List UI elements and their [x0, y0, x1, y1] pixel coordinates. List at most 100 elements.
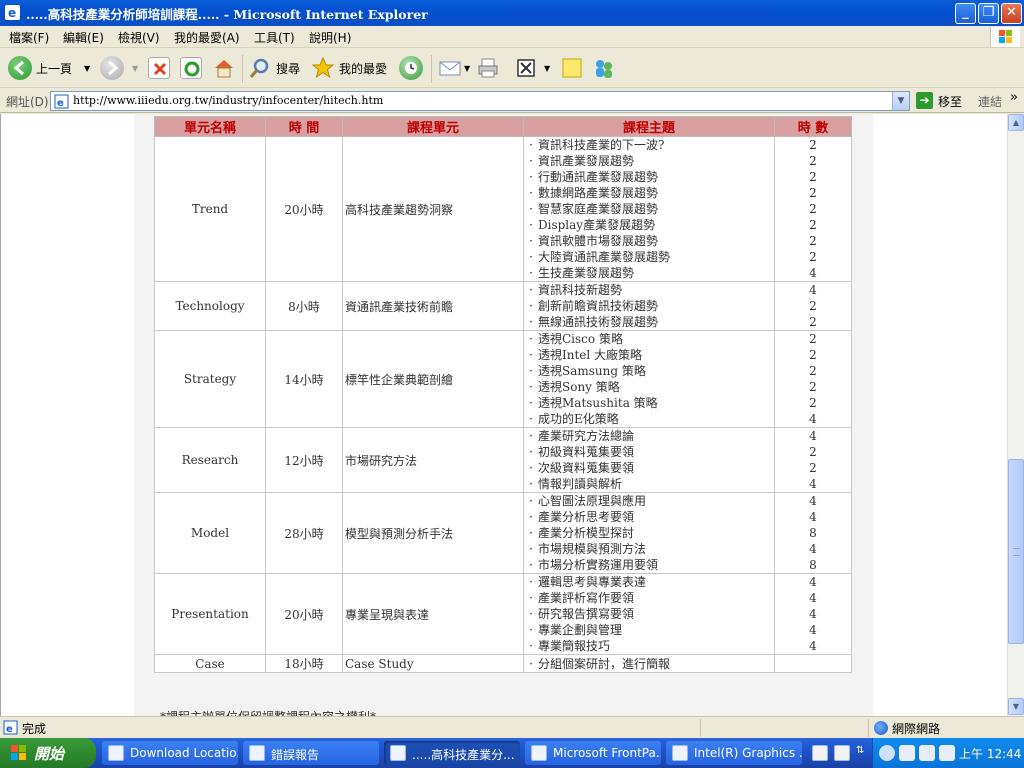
menu-file[interactable]: 檔案(F) — [9, 29, 49, 46]
topic-hours: 2 — [809, 138, 817, 152]
topic-item: 透視Matsushita 策略 — [524, 395, 774, 411]
menu-help[interactable]: 說明(H) — [309, 29, 351, 46]
printer-icon — [476, 56, 500, 80]
course-unit-cell: 專業呈現與表達 — [342, 573, 524, 655]
taskbar-item-ie[interactable]: .....高科技產業分... — [384, 741, 520, 765]
start-button[interactable]: 開始 — [0, 738, 96, 768]
topic-hours-cell: 2 2 2 2 2 4 — [774, 330, 852, 428]
favorites-button[interactable]: 我的最愛 — [311, 55, 387, 81]
scroll-down-button[interactable]: ▼ — [1008, 698, 1024, 715]
mail-dropdown-icon[interactable]: ▼ — [464, 64, 470, 73]
unit-name-cell: Strategy — [154, 330, 266, 428]
status-divider — [868, 719, 869, 737]
topic-hours: 2 — [809, 396, 817, 410]
volume-icon[interactable] — [939, 745, 955, 761]
vertical-scrollbar[interactable]: ▲ ▼ — [1007, 114, 1024, 716]
back-dropdown-icon[interactable]: ▼ — [84, 64, 90, 73]
topic-item: 市場規模與預測方法 — [524, 541, 774, 557]
time-cell: 20小時 — [265, 136, 343, 282]
forward-button[interactable]: ▼ — [100, 55, 138, 81]
refresh-icon — [180, 57, 202, 79]
mail-icon — [438, 56, 462, 80]
edit-dropdown-icon[interactable]: ▼ — [544, 64, 550, 73]
menu-tools[interactable]: 工具(T) — [254, 29, 295, 46]
topic-item: 數據網路產業發展趨勢 — [524, 185, 774, 201]
windows-flag-icon — [11, 745, 26, 760]
network-icon[interactable] — [899, 745, 915, 761]
stop-button[interactable] — [148, 55, 170, 81]
taskbar-item-frontpage[interactable]: Microsoft FrontPa... — [525, 741, 661, 765]
links-label[interactable]: 連結 — [978, 93, 1002, 110]
taskbar-item-label: Intel(R) Graphics ... — [694, 746, 802, 760]
history-button[interactable] — [399, 55, 423, 81]
refresh-button[interactable] — [180, 55, 202, 81]
display-icon[interactable] — [919, 745, 935, 761]
forward-dropdown-icon[interactable]: ▼ — [132, 64, 138, 73]
search-label: 搜尋 — [276, 61, 301, 76]
ie-icon — [390, 745, 406, 761]
print-button[interactable] — [476, 55, 500, 81]
toolbar-separator — [431, 55, 432, 83]
topic-item: 透視Samsung 策略 — [524, 363, 774, 379]
menu-edit[interactable]: 編輯(E) — [63, 29, 104, 46]
minimize-button[interactable]: _ — [955, 3, 976, 24]
home-button[interactable] — [212, 55, 236, 81]
quicklaunch-icon[interactable] — [812, 745, 828, 761]
address-dropdown-icon[interactable]: ▼ — [892, 92, 909, 110]
scroll-up-button[interactable]: ▲ — [1008, 114, 1024, 131]
restore-button[interactable]: ❐ — [978, 3, 999, 24]
taskbar-item-error-report[interactable]: 錯誤報告 — [243, 741, 379, 765]
table-row: Case18小時Case Study分組個案研討，進行簡報 — [154, 654, 852, 673]
close-button[interactable]: ✕ — [1001, 3, 1022, 24]
network-tray-icon[interactable]: ⇅ — [856, 745, 866, 761]
topic-item: 邏輯思考與專業表達 — [524, 574, 774, 590]
topic-hours: 4 — [809, 575, 817, 589]
discuss-button[interactable] — [560, 55, 584, 81]
topic-hours: 4 — [809, 283, 817, 297]
note-icon — [560, 56, 584, 80]
topic-item: 情報判讀與解析 — [524, 476, 774, 492]
error-report-icon — [249, 745, 265, 761]
messenger-button[interactable] — [592, 55, 616, 81]
start-label: 開始 — [34, 745, 65, 763]
menu-favorites[interactable]: 我的最愛(A) — [174, 29, 240, 46]
time-cell: 18小時 — [265, 654, 343, 673]
taskbar-item-download[interactable]: Download Locatio... — [102, 741, 238, 765]
stop-icon — [148, 57, 170, 79]
course-table-body: Trend20小時高科技產業趨勢洞察資訊科技產業的下一波?資訊產業發展趨勢行動通… — [154, 136, 852, 673]
taskbar-item-label: Download Locatio... — [130, 746, 238, 760]
scroll-thumb[interactable] — [1008, 459, 1024, 644]
address-input[interactable]: e http://www.iiiedu.org.tw/industry/info… — [50, 91, 910, 111]
chevron-right-icon[interactable]: » — [1010, 90, 1018, 105]
back-button[interactable]: 上一頁 ▼ — [8, 55, 90, 81]
menu-view[interactable]: 檢視(V) — [118, 29, 160, 46]
forward-arrow-icon — [100, 56, 124, 80]
topic-item: 產業研究方法總論 — [524, 428, 774, 444]
edit-button[interactable]: ▼ — [514, 55, 550, 81]
taskbar-item-label: Microsoft FrontPa... — [553, 746, 661, 760]
topic-hours: 4 — [809, 542, 817, 556]
back-label: 上一頁 — [36, 61, 73, 76]
time-cell: 8小時 — [265, 281, 343, 331]
table-row: Presentation20小時專業呈現與表達邏輯思考與專業表達產業評析寫作要領… — [154, 573, 852, 655]
topic-item: 資訊科技新趨勢 — [524, 282, 774, 298]
topic-hours: 2 — [809, 461, 817, 475]
course-unit-cell: 資通訊產業技術前瞻 — [342, 281, 524, 331]
topic-hours: 2 — [809, 202, 817, 216]
page-icon: e — [54, 94, 69, 109]
go-button[interactable]: 移至 — [938, 93, 962, 110]
search-button[interactable]: 搜尋 — [248, 55, 300, 81]
course-topics-cell: 心智圖法原理與應用產業分析思考要領產業分析模型探討市場規模與預測方法市場分析實務… — [523, 492, 775, 574]
footnote: *課程主辦單位保留調整課程內容之權利* — [160, 708, 376, 716]
go-arrow-icon[interactable]: ➔ — [916, 92, 933, 109]
page-status-icon: e — [3, 720, 18, 735]
topic-hours: 4 — [809, 266, 817, 280]
topic-item: 無線通訊技術發展趨勢 — [524, 314, 774, 330]
topic-hours: 4 — [809, 623, 817, 637]
chevron-left-icon[interactable] — [879, 745, 895, 761]
help-icon[interactable] — [834, 745, 850, 761]
taskbar-item-intel-graphics[interactable]: Intel(R) Graphics ... — [666, 741, 802, 765]
mail-button[interactable]: ▼ — [438, 55, 470, 81]
course-unit-cell: 高科技產業趨勢洞察 — [342, 136, 524, 282]
edit-icon — [514, 56, 538, 80]
